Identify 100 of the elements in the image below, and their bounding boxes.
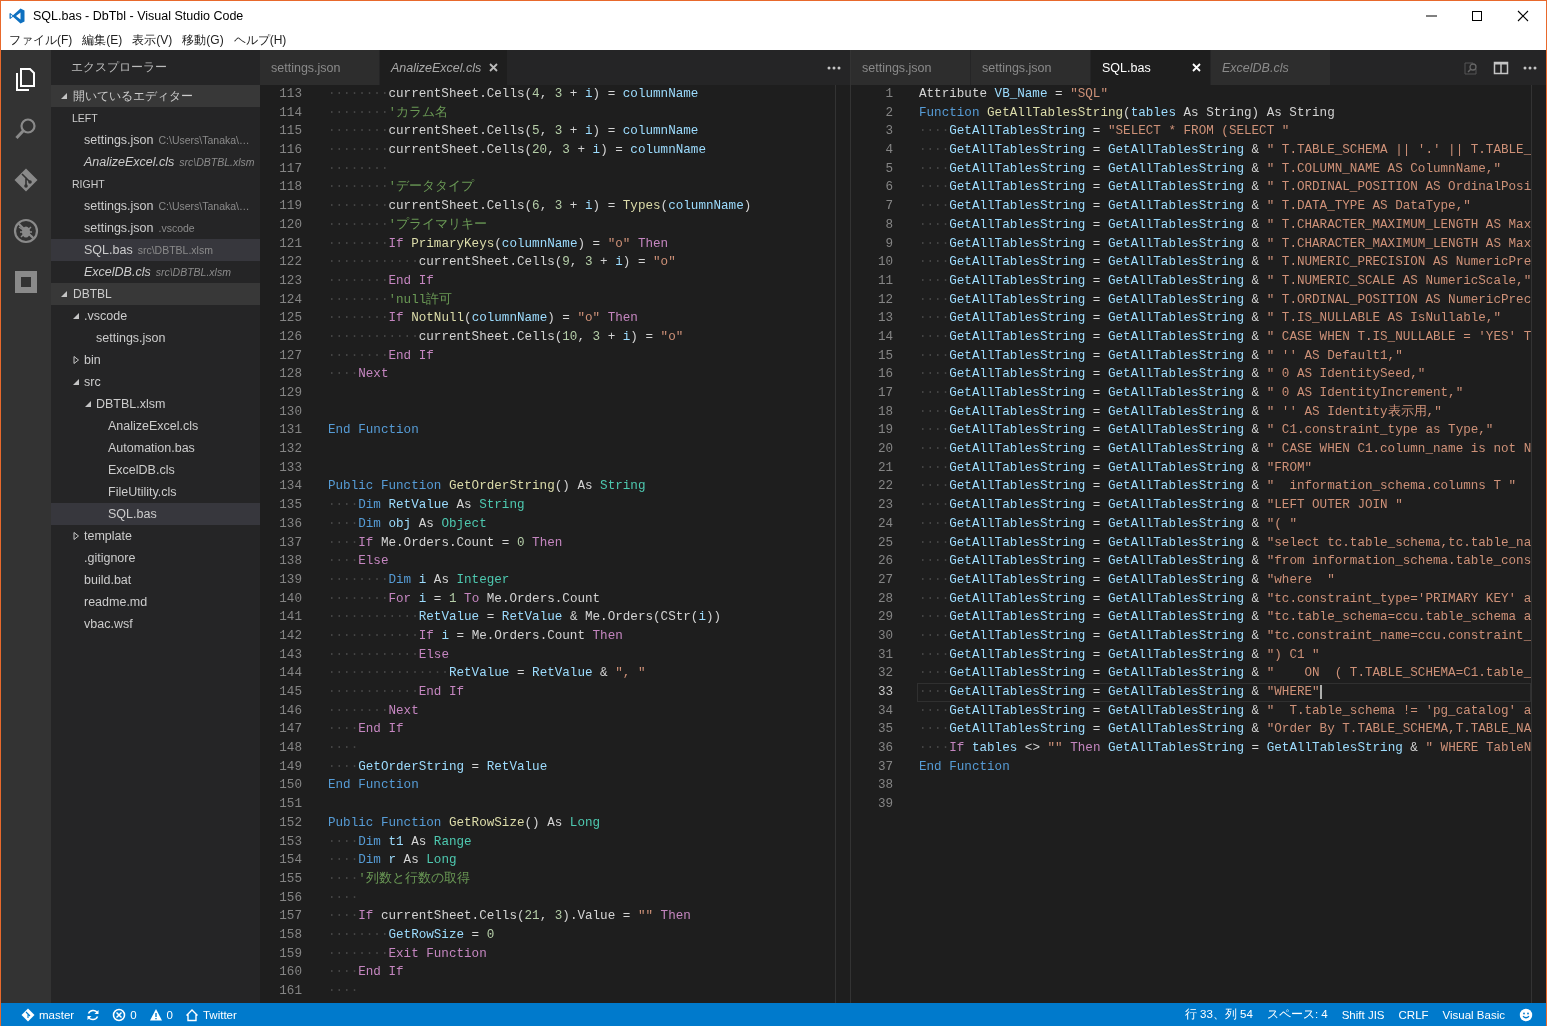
open-editor-item[interactable]: settings.json .vscode — [51, 217, 260, 239]
extensions-icon[interactable] — [13, 268, 39, 295]
tree-item[interactable]: .vscode — [51, 305, 260, 327]
code-line: ····GetAllTablesString = GetAllTablesString & "FROM" — [919, 459, 1314, 477]
code-line: ············If i = Me.Orders.Count Then — [328, 627, 624, 645]
tree-item[interactable]: settings.json — [51, 327, 260, 349]
tree-item[interactable]: DBTBL.xlsm — [51, 393, 260, 415]
code-line: ····End If — [328, 964, 405, 982]
tree-item[interactable]: ExcelDB.cls — [51, 459, 260, 481]
status-item[interactable]: スペース: 4 — [1259, 1007, 1335, 1022]
more-icon[interactable] — [827, 65, 841, 70]
debug-icon[interactable] — [13, 217, 39, 244]
code-line: ····GetAllTablesString = GetAllTablesString & " T.DATA_TYPE AS DataType," — [919, 198, 1472, 216]
file-path: src\DBTBL.xlsm — [179, 156, 255, 168]
line-number: 137 — [278, 534, 302, 552]
editor-tab[interactable]: AnalizeExcel.cls — [380, 50, 509, 85]
open-editor-item[interactable]: settings.json C:\Users\Tanaka\… — [51, 195, 260, 217]
status-item[interactable]: CRLF — [1391, 1008, 1436, 1021]
line-number: 144 — [278, 665, 302, 683]
source-control-icon[interactable] — [13, 166, 39, 193]
line-number: 20 — [876, 441, 893, 459]
tree-item[interactable]: SQL.bas — [51, 503, 260, 525]
editor-tab[interactable]: settings.json — [260, 50, 380, 85]
line-number: 28 — [876, 590, 893, 608]
code-line: ····GetAllTablesString = GetAllTablesString & "from information_schema.table_cons — [919, 553, 1531, 571]
line-number: 116 — [278, 142, 302, 160]
open-editor-item[interactable]: ExcelDB.cls src\DBTBL.xlsm — [51, 261, 260, 283]
line-number: 121 — [278, 235, 302, 253]
line-number: 6 — [884, 179, 893, 197]
line-number: 142 — [278, 627, 302, 645]
code-line: End Function — [328, 777, 420, 795]
code-line: ····GetAllTablesString = "SELECT * FROM (SELECT " — [919, 123, 1291, 141]
status-item[interactable]: Shift JIS — [1334, 1008, 1392, 1021]
tree-item[interactable]: bin — [51, 349, 260, 371]
file-name: settings.json — [84, 221, 154, 235]
branch-status[interactable]: master — [15, 1007, 81, 1022]
line-number: 38 — [876, 777, 893, 795]
file-path: C:\Users\Tanaka\… — [158, 200, 250, 212]
code-line: ····GetAllTablesString = GetAllTablesString & " T.IS_NULLABLE AS IsNullable," — [919, 310, 1502, 328]
code-line: ····GetAllTablesString = GetAllTablesString & " T.NUMERIC_PRECISION AS NumericPre — [919, 254, 1531, 272]
code-line: ····GetAllTablesString = GetAllTablesString & "select tc.table_schema,tc.table_na — [919, 534, 1531, 552]
code-line: ···· — [328, 889, 360, 907]
line-number: 135 — [278, 497, 302, 515]
tree-item[interactable]: .gitignore — [51, 547, 260, 569]
editor-tab[interactable]: SQL.bas — [1091, 50, 1211, 85]
line-number: 10 — [876, 254, 893, 272]
line-number: 128 — [278, 366, 302, 384]
tree-item[interactable]: readme.md — [51, 591, 260, 613]
menu-item[interactable]: ヘルプ(H) — [229, 31, 291, 49]
errors-status[interactable]: 0 — [106, 1007, 143, 1022]
menu-item[interactable]: ファイル(F) — [5, 31, 77, 49]
line-number: 7 — [884, 198, 893, 216]
section-header[interactable]: 開いているエディター — [51, 85, 260, 107]
editor-tab[interactable]: ExcelDB.cls — [1211, 50, 1331, 85]
open-editor-item[interactable]: settings.json C:\Users\Tanaka\… — [51, 129, 260, 151]
code-line: ····GetAllTablesString = GetAllTablesString & "tc.constraint_type='PRIMARY KEY' a — [919, 590, 1531, 608]
menu-item[interactable]: 表示(V) — [128, 31, 177, 49]
line-number: 35 — [876, 721, 893, 739]
status-item[interactable]: 行 33、列 54 — [1177, 1007, 1260, 1022]
status-link[interactable]: Twitter — [178, 1007, 243, 1022]
tree-item[interactable]: Automation.bas — [51, 437, 260, 459]
file-path: C:\Users\Tanaka\… — [158, 134, 250, 146]
tree-item[interactable]: build.bat — [51, 569, 260, 591]
code-line: ····If tables <> "" Then GetAllTablesString = GetAllTablesString & " WHERE TableN — [919, 740, 1531, 758]
line-number: 113 — [278, 86, 302, 103]
tree-item[interactable]: src — [51, 371, 260, 393]
code-line: ············RetValue = RetValue & Me.Orders(CStr(i)) — [328, 609, 723, 627]
section-header[interactable]: DBTBL — [51, 283, 260, 305]
more-icon[interactable] — [1523, 65, 1537, 70]
code-line: ····Dim r As Long — [328, 852, 458, 870]
menu-item[interactable]: 編集(E) — [78, 31, 127, 49]
line-number: 150 — [278, 777, 302, 795]
tree-item[interactable]: template — [51, 525, 260, 547]
editor-tab[interactable]: settings.json — [851, 50, 971, 85]
file-path: src\DBTBL.xlsm — [155, 266, 231, 278]
minimize-icon — [1425, 14, 1437, 17]
status-item[interactable]: Visual Basic — [1435, 1008, 1512, 1021]
line-number: 8 — [884, 216, 893, 234]
code-line: ···· — [328, 740, 360, 758]
code-line: ····GetAllTablesString = GetAllTablesString & "tc.constraint_name=ccu.constraint_ — [919, 627, 1531, 645]
code-line: ····GetAllTablesString = GetAllTablesString & " T.table_schema != 'pg_catalog' a — [919, 702, 1531, 720]
line-number: 27 — [876, 571, 893, 589]
line-number: 22 — [876, 478, 893, 496]
warnings-status[interactable]: 0 — [142, 1007, 179, 1022]
tree-item[interactable]: vbac.wsf — [51, 613, 260, 635]
line-number: 2 — [884, 104, 893, 122]
menu-item[interactable]: 移動(G) — [178, 31, 228, 49]
open-editor-item[interactable]: AnalizeExcel.cls src\DBTBL.xlsm — [51, 151, 260, 173]
close-icon[interactable] — [489, 63, 499, 72]
smiley-icon — [1519, 1007, 1533, 1022]
editor-tab[interactable]: settings.json — [971, 50, 1091, 85]
split-editor-icon[interactable] — [1493, 59, 1509, 76]
tree-item[interactable]: AnalizeExcel.cls — [51, 415, 260, 437]
tree-item[interactable]: FileUtility.cls — [51, 481, 260, 503]
open-editor-item[interactable]: SQL.bas src\DBTBL.xlsm — [51, 239, 260, 261]
file-path: src\DBTBL.xlsm — [137, 244, 213, 256]
code-line: ····GetAllTablesString = GetAllTablesString & " ON ( T.TABLE_SCHEMA=C1.table_ — [919, 665, 1531, 683]
code-line: ····Else — [328, 553, 390, 571]
line-number: 122 — [278, 254, 302, 272]
preview-icon[interactable] — [1463, 59, 1479, 76]
